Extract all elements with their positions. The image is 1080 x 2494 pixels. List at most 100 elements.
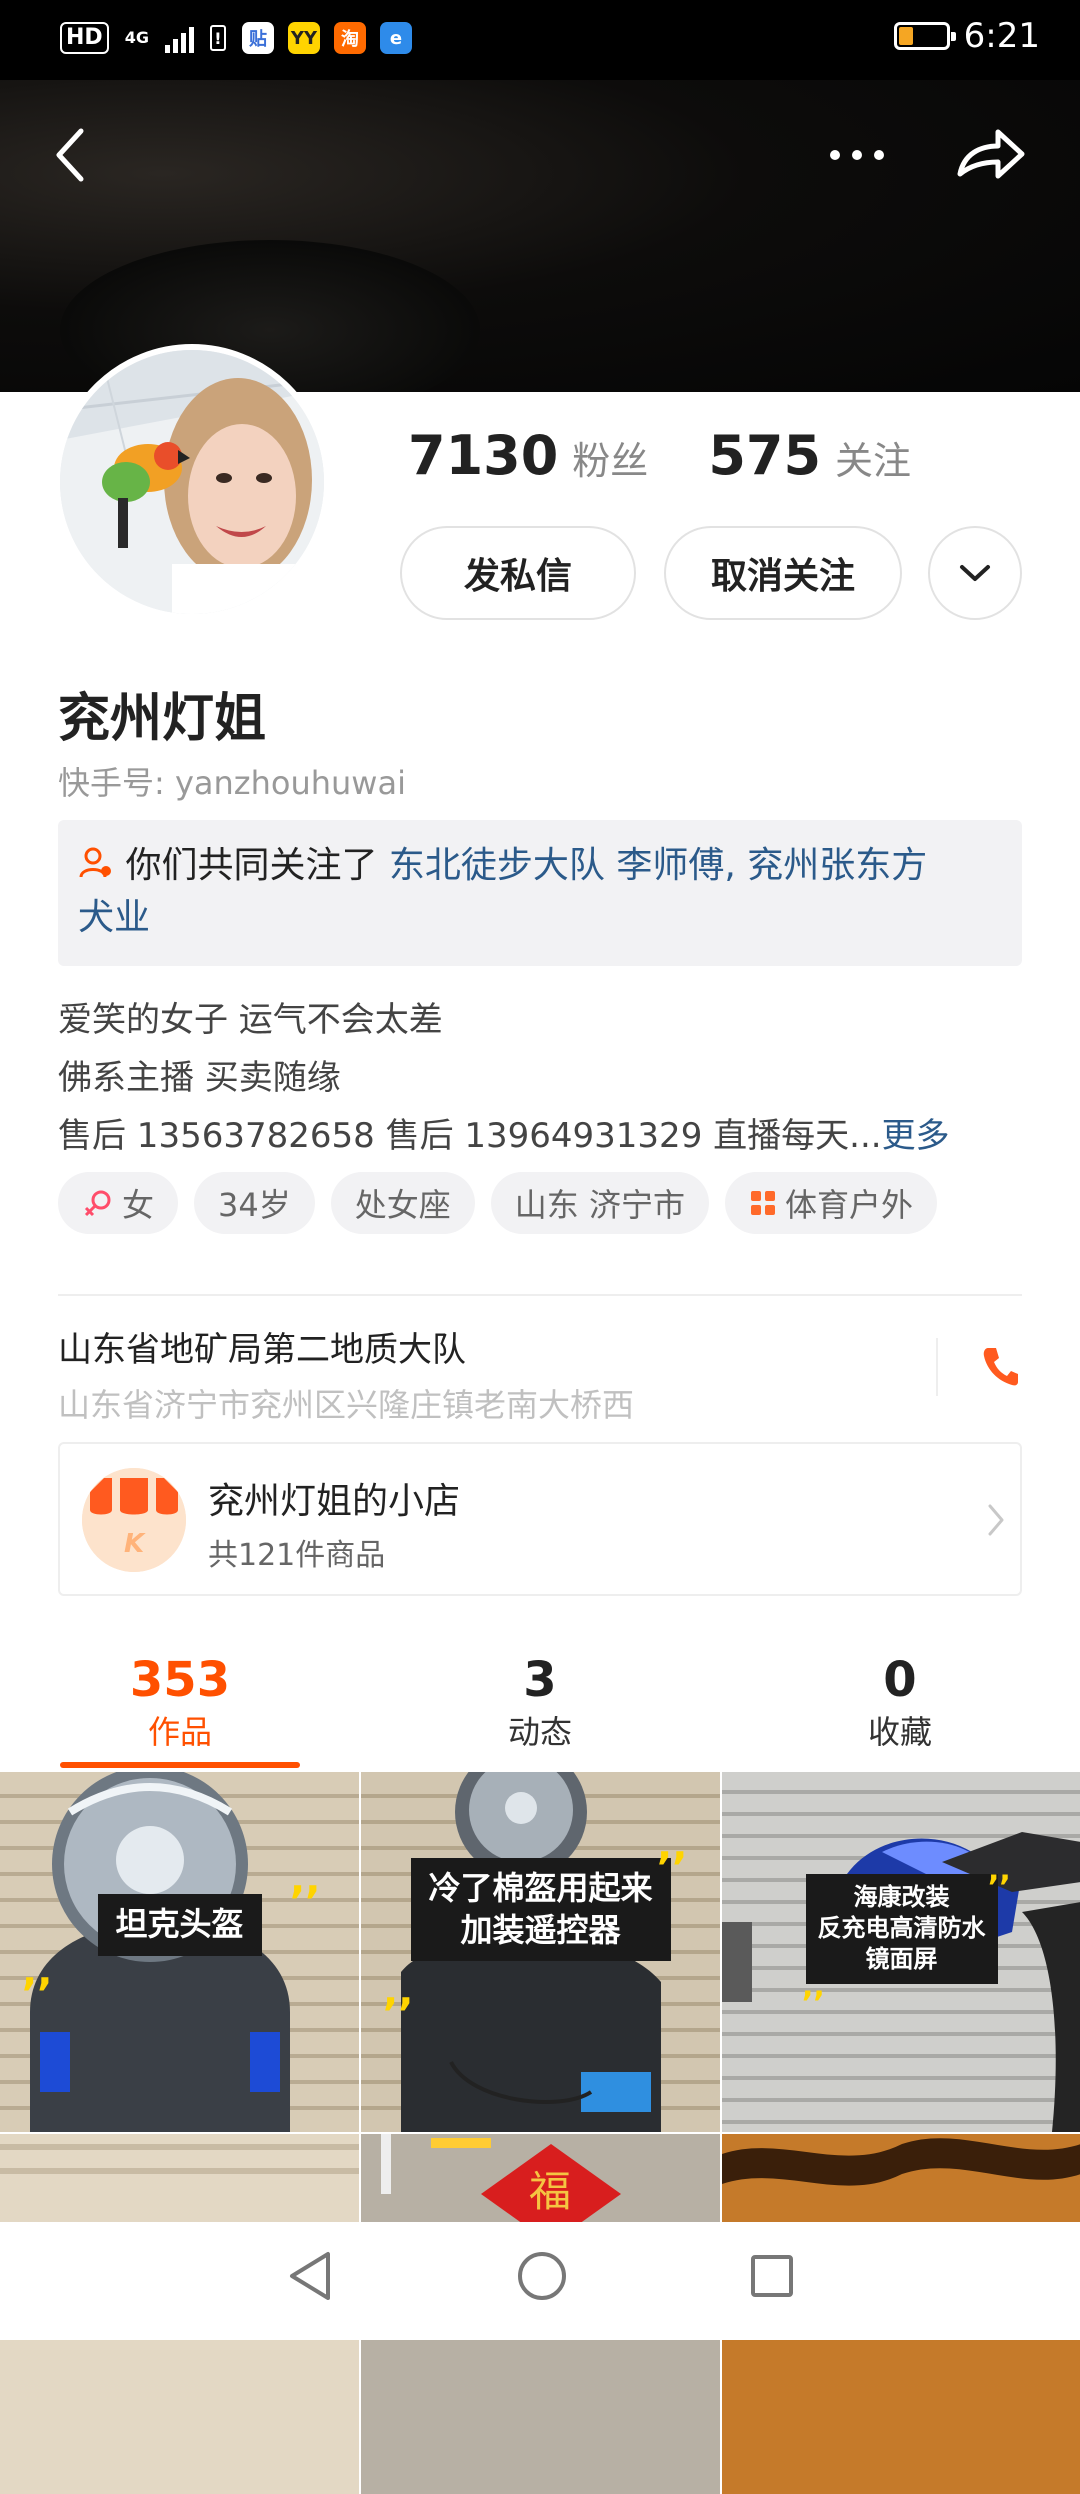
tag-age: 34岁 — [194, 1172, 315, 1234]
category-grid-icon — [750, 1191, 775, 1215]
call-button[interactable] — [980, 1344, 1020, 1392]
battery-level — [898, 27, 913, 45]
shop-card[interactable]: K 兖州灯姐的小店 共121件商品 — [58, 1442, 1022, 1596]
section-divider — [58, 1294, 1022, 1296]
tab-moments-label: 动态 — [507, 1713, 572, 1751]
tag-gender: 女 — [58, 1172, 179, 1234]
shop-title: 兖州灯姐的小店 — [208, 1481, 461, 1522]
female-icon — [84, 1190, 111, 1217]
active-tab-indicator — [60, 1762, 300, 1768]
cover-image — [0, 80, 1080, 392]
quote-mark-icon: ,, — [988, 1853, 1011, 1888]
network-type: 4G — [124, 28, 149, 47]
unfollow-button[interactable]: 取消关注 — [664, 526, 902, 620]
address-divider — [936, 1338, 938, 1396]
browser-icon: e — [379, 22, 412, 54]
video-caption-line: 镜面屏 — [865, 1945, 938, 1974]
avatar-photo — [60, 350, 324, 614]
kuaishou-id[interactable]: 快手号: yanzhouhuwai — [58, 758, 406, 804]
bio-more-link[interactable]: 更多 — [882, 1116, 950, 1156]
more-dots-icon — [830, 150, 884, 160]
circle-home-icon — [518, 2252, 566, 2300]
video-caption-line: 反充电高清防水 — [817, 1914, 986, 1943]
profile-name: 兖州灯姐 — [58, 689, 267, 749]
tag-interest[interactable]: 体育户外 — [724, 1172, 937, 1234]
tag-zodiac: 处女座 — [330, 1172, 475, 1234]
followers-label[interactable]: 粉丝 — [572, 430, 648, 485]
clock: 6:21 — [963, 16, 1040, 56]
back-button[interactable] — [40, 120, 100, 190]
video-caption-line: 海康改装 — [853, 1883, 950, 1911]
video-caption-line: 冷了棉盔用起来 — [428, 1869, 653, 1907]
mutual-names[interactable]: 东北徒步大队 李师傅, 兖州张东方 — [389, 845, 927, 886]
video-tile[interactable]: 坦克头盔 ,, ,, — [0, 1772, 359, 2132]
quote-mark-icon: ,, — [657, 1823, 688, 1869]
share-arrow-icon — [957, 129, 1025, 179]
status-right: 6:21 — [893, 16, 1040, 56]
following-label[interactable]: 关注 — [835, 430, 911, 485]
square-recents-icon — [751, 2255, 793, 2297]
followers-count[interactable]: 7130 — [408, 424, 558, 487]
tag-age-label: 34岁 — [218, 1186, 291, 1224]
avatar[interactable] — [54, 344, 330, 620]
tab-moments-count: 3 — [523, 1652, 557, 1708]
video-caption: 海康改装 反充电高清防水 镜面屏 — [805, 1874, 998, 1984]
business-name[interactable]: 山东省地矿局第二地质大队 — [58, 1322, 466, 1371]
alert-icon: ! — [209, 25, 226, 51]
signal-icon — [164, 23, 194, 53]
bio-line-2: 佛系主播 买卖随缘 — [58, 1058, 341, 1098]
profile-tags: 女 34岁 处女座 山东 济宁市 体育户外 — [58, 1172, 937, 1234]
shop-icon: K — [82, 1468, 186, 1572]
svg-text:福: 福 — [529, 2167, 571, 2216]
mutual-user-icon — [79, 847, 111, 878]
tab-moments[interactable]: 3 动态 — [420, 1650, 660, 1754]
svg-text:K: K — [124, 1529, 146, 1559]
shop-storefront-icon: K — [82, 1468, 186, 1572]
tag-zodiac-label: 处女座 — [354, 1186, 451, 1224]
triangle-back-icon — [290, 2252, 330, 2300]
quote-mark-icon: ,, — [383, 1969, 414, 2015]
tag-location: 山东 济宁市 — [490, 1172, 709, 1234]
quote-mark-icon: ,, — [802, 1969, 825, 2004]
mutual-follows[interactable]: 你们共同关注了 东北徒步大队 李师傅, 兖州张东方 犬业 — [58, 820, 1022, 966]
tag-location-label: 山东 济宁市 — [514, 1186, 685, 1224]
nav-recents-button[interactable] — [744, 2246, 800, 2310]
tab-favorites-label: 收藏 — [867, 1713, 932, 1751]
chevron-down-icon — [960, 565, 990, 581]
phone-icon — [983, 1348, 1018, 1386]
following-count[interactable]: 575 — [708, 424, 821, 487]
tag-gender-label: 女 — [122, 1186, 155, 1224]
tab-works[interactable]: 353 作品 — [60, 1650, 300, 1754]
more-options-button[interactable] — [822, 130, 892, 180]
back-arrow-icon — [56, 128, 84, 182]
mutual-prefix: 你们共同关注了 — [125, 845, 389, 886]
hd-indicator: HD — [60, 22, 109, 54]
nav-back-button[interactable] — [282, 2246, 338, 2310]
video-caption: 冷了棉盔用起来 加装遥控器 — [410, 1858, 671, 1962]
system-navigation-bar — [0, 2222, 1080, 2340]
share-button[interactable] — [948, 118, 1032, 190]
send-message-button[interactable]: 发私信 — [400, 526, 636, 620]
taobao-icon: 淘 — [333, 22, 366, 54]
stats-row: 7130 粉丝 575 关注 — [408, 424, 911, 487]
video-caption-line: 加装遥控器 — [460, 1910, 621, 1949]
tab-works-count: 353 — [129, 1652, 231, 1708]
tab-favorites[interactable]: 0 收藏 — [780, 1650, 1020, 1754]
status-bar: HD 4G ! 贴 YY 淘 e 6:21 — [0, 0, 1080, 80]
quote-mark-icon: ,, — [290, 1857, 321, 1903]
video-tile[interactable]: 海康改装 反充电高清防水 镜面屏 ,, ,, — [722, 1772, 1080, 2132]
expand-recommend-button[interactable] — [928, 526, 1022, 620]
tab-works-label: 作品 — [147, 1713, 212, 1751]
video-tile[interactable]: 冷了棉盔用起来 加装遥控器 ,, ,, — [361, 1772, 720, 2132]
notification-icons: 贴 YY 淘 e — [241, 22, 412, 54]
mutual-names-cont[interactable]: 犬业 — [78, 892, 1002, 944]
battery-icon — [893, 22, 956, 50]
tag-interest-label: 体育户外 — [784, 1186, 913, 1224]
business-address[interactable]: 山东省济宁市兖州区兴隆庄镇老南大桥西 — [58, 1380, 634, 1426]
bio-line-3-text: 售后 13563782658 售后 13964931329 直播每天... — [58, 1116, 882, 1156]
nav-home-button[interactable] — [512, 2246, 572, 2310]
video-caption: 坦克头盔 — [97, 1894, 262, 1956]
tieba-icon: 贴 — [241, 22, 274, 54]
tab-favorites-count: 0 — [883, 1652, 917, 1708]
bio-line-1: 爱笑的女子 运气不会太差 — [58, 1000, 443, 1040]
